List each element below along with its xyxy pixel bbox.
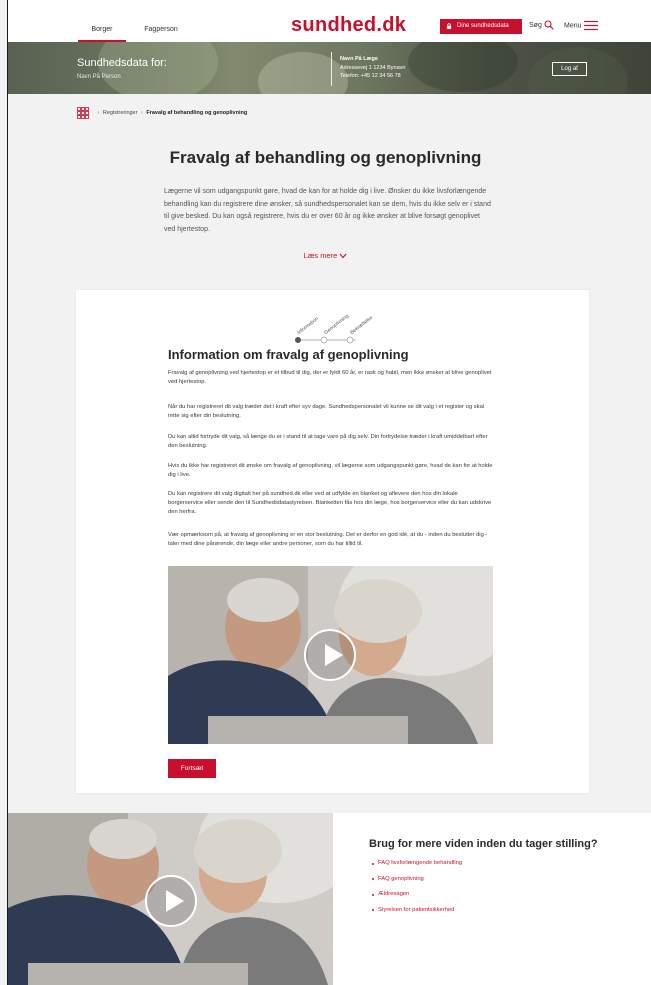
card-paragraph: Vær opmærksom på, at fravalg af genopliv…	[168, 532, 488, 547]
my-health-data-label: Dine sundhedsdata	[457, 23, 509, 29]
lock-icon	[446, 23, 452, 29]
menu-button[interactable]: Menu	[564, 20, 599, 31]
top-navigation: Borger Fagperson sundhed.dk Dine sundhed…	[8, 0, 651, 42]
link-styrelsen-patientsikkerhed[interactable]: Styrelsen for patientsikkerhed	[372, 903, 462, 919]
tab-fagperson[interactable]: Fagperson	[138, 0, 184, 42]
link-faq-genoplivning[interactable]: FAQ genoplivning	[372, 872, 462, 888]
banner-foliage	[408, 42, 518, 92]
card-paragraph: Du kan altid fortryde dit valg, så længe…	[168, 434, 488, 449]
card-paragraph: Du kan registrere dit valg digitalt her …	[168, 491, 492, 515]
card-paragraph: Hvis du ikke har registreret dit ønske o…	[168, 463, 493, 478]
read-more-label: Læs mere	[303, 251, 338, 260]
chevron-down-icon	[340, 253, 347, 259]
person-name: Navn På Person	[77, 74, 121, 80]
breadcrumb-current: Fravalg af behandling og genoplivning	[146, 110, 248, 116]
chevron-left-icon: ‹	[140, 110, 143, 116]
banner-divider	[331, 52, 332, 86]
apps-grid-icon[interactable]	[77, 107, 89, 119]
site-logo[interactable]: sundhed.dk	[291, 14, 406, 37]
banner-foliage	[258, 52, 348, 94]
hamburger-icon	[584, 20, 599, 31]
more-info-title: Brug for mere viden inden du tager still…	[369, 838, 598, 850]
doctor-address: Adressevej 1 1234 Bynavn	[340, 64, 406, 71]
user-banner: Sundhedsdata for: Navn På Person Navn På…	[8, 42, 651, 94]
link-faq-livsforlaengende[interactable]: FAQ livsforlængende behandling	[372, 856, 462, 872]
more-info-links: FAQ livsforlængende behandling FAQ genop…	[372, 856, 462, 918]
card-paragraph: Når du har registreret dit valg træder d…	[168, 404, 485, 419]
breadcrumb-item-registreringer[interactable]: Registreringer	[103, 110, 138, 116]
menu-label: Menu	[564, 22, 582, 30]
breadcrumb: ‹ Registreringer ‹ Fravalg af behandling…	[77, 107, 247, 121]
card-title: Information om fravalg af genoplivning	[168, 347, 409, 362]
play-icon[interactable]	[145, 875, 197, 927]
doctor-name: Navn På Læge	[340, 56, 378, 62]
logout-button[interactable]: Log af	[552, 62, 587, 76]
step-dot	[320, 336, 328, 344]
tab-borger[interactable]: Borger	[78, 0, 126, 42]
video-player[interactable]	[168, 566, 493, 744]
chevron-left-icon: ‹	[97, 110, 100, 116]
card-paragraph: Fravalg af genoplivning ved hjertestop e…	[168, 370, 492, 385]
search-button[interactable]: Søg	[529, 20, 554, 30]
video-player-secondary[interactable]	[8, 813, 333, 985]
search-icon	[544, 20, 554, 30]
step-dot-current	[295, 337, 301, 343]
read-more-link[interactable]: Læs mere	[0, 251, 651, 260]
page-title: Fravalg af behandling og genoplivning	[169, 148, 482, 167]
play-icon[interactable]	[304, 629, 356, 681]
doctor-phone: Telefon: +45 12 34 56 78	[340, 73, 401, 79]
step-dot	[346, 336, 354, 344]
continue-button[interactable]: Fortsæt	[168, 759, 216, 778]
my-health-data-button[interactable]: Dine sundhedsdata	[440, 19, 522, 34]
search-label: Søg	[529, 21, 542, 29]
progress-stepper: Information Genoplivning Bekræftelse	[284, 300, 374, 346]
banner-title: Sundhedsdata for:	[77, 57, 167, 69]
intro-text: Lægerne vil som udgangspunkt gøre, hvad …	[164, 188, 491, 233]
link-aeldresagen[interactable]: Ældresagen	[372, 887, 462, 903]
doctor-info: Navn På Læge Adressevej 1 1234 Bynavn Te…	[340, 55, 405, 81]
